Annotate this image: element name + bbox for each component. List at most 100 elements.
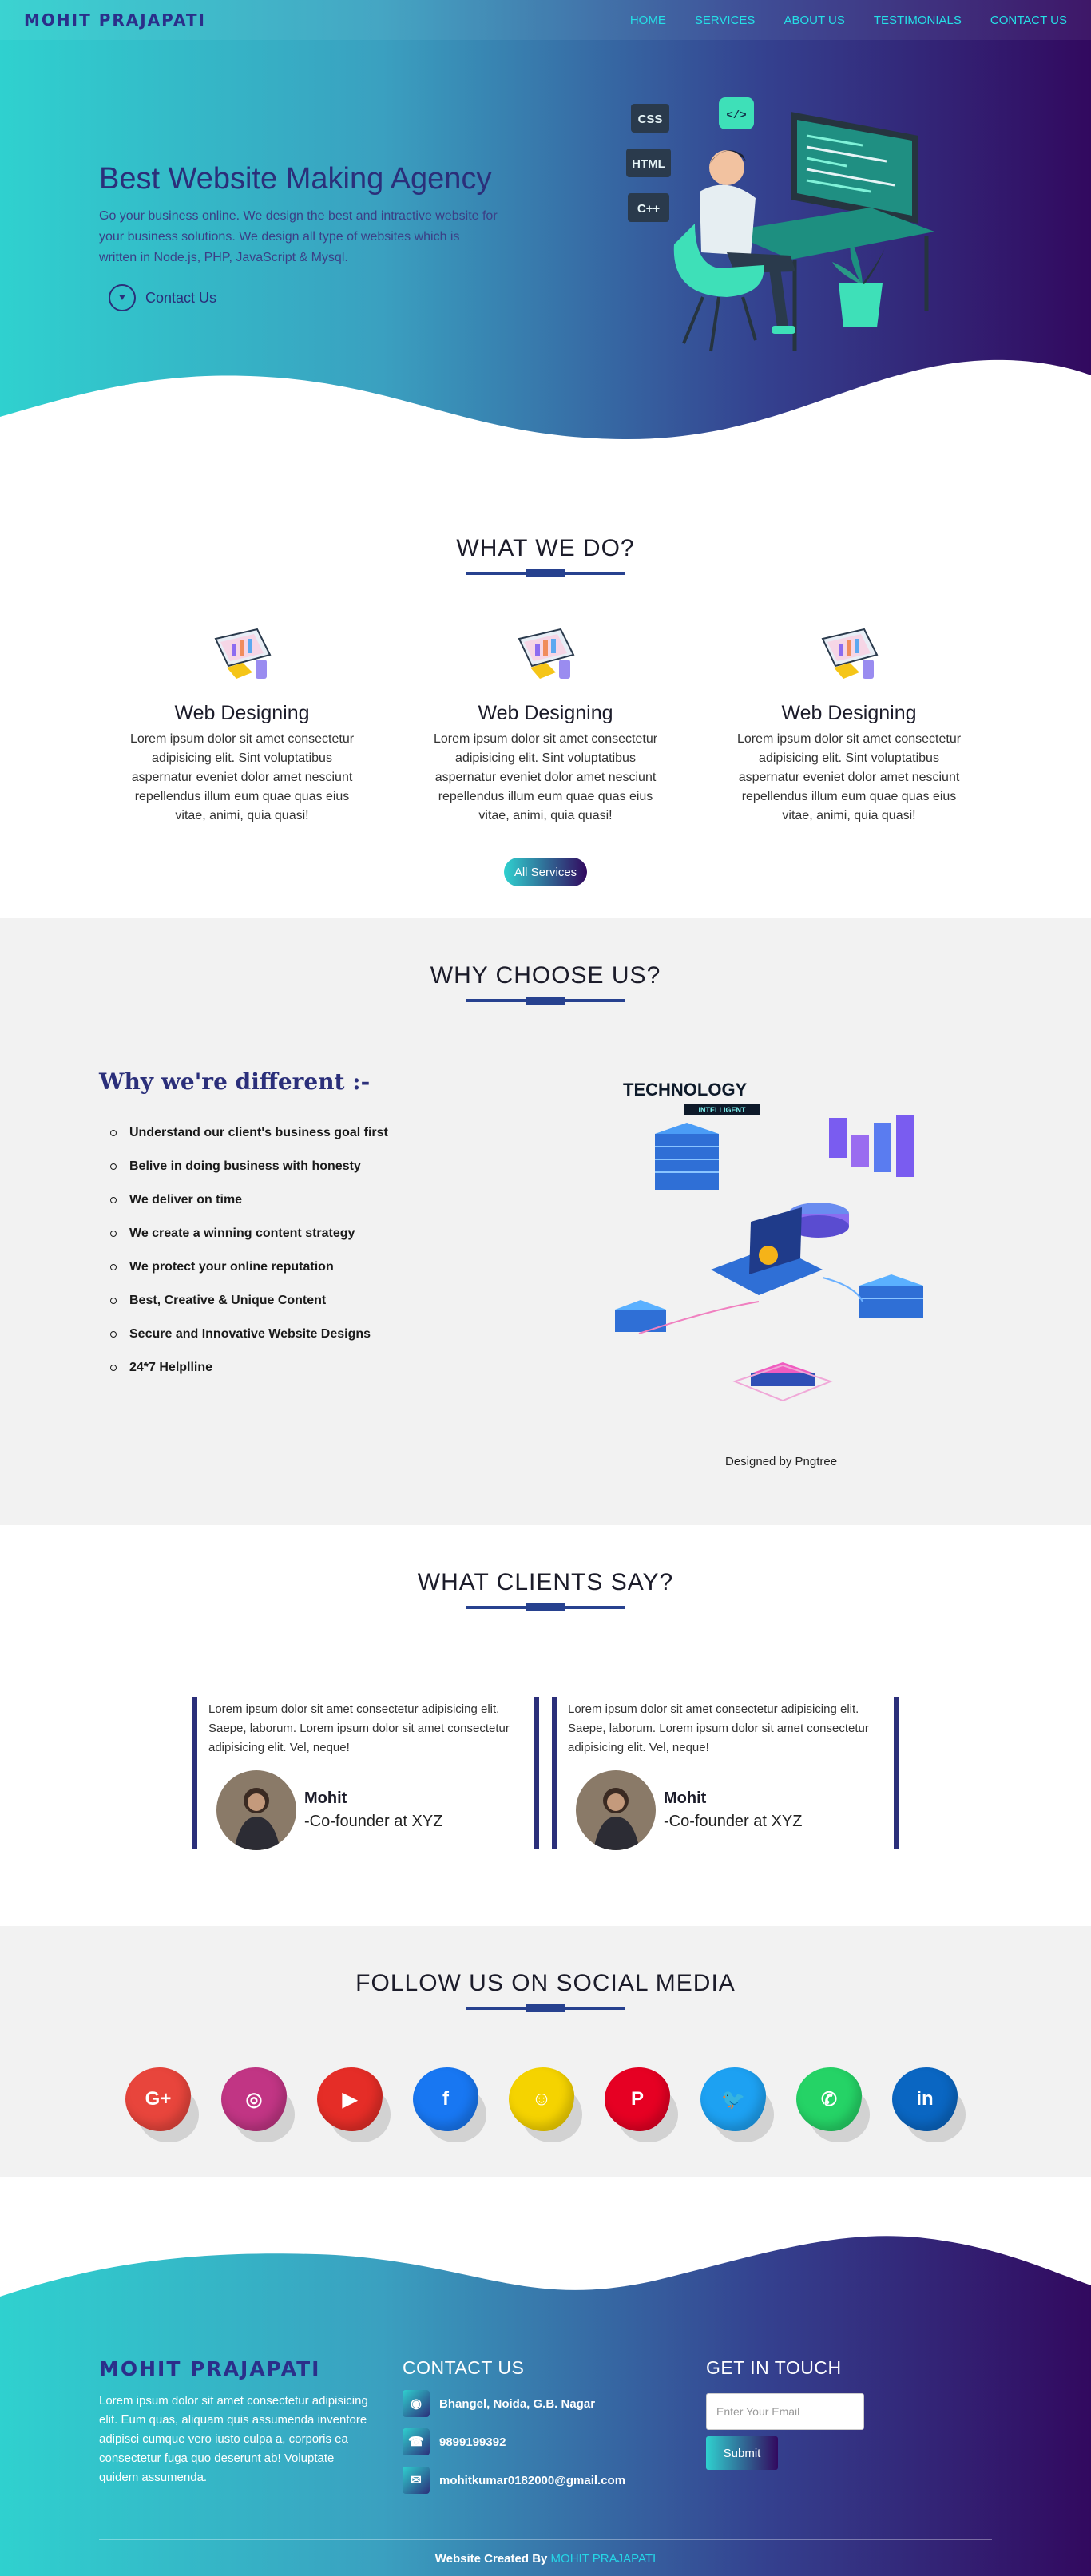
card-title: Web Designing <box>478 702 613 724</box>
hero-wave-divider <box>0 359 1091 463</box>
site-logo[interactable]: MOHIT PRAJAPATI <box>24 10 206 30</box>
footer-divider <box>99 2539 992 2540</box>
title-underline <box>466 569 625 577</box>
svg-text:TECHNOLOGY: TECHNOLOGY <box>623 1080 748 1100</box>
youtube-icon[interactable]: ▶ <box>317 2067 391 2142</box>
service-cards: Web Designing Lorem ipsum dolor sit amet… <box>0 623 1091 826</box>
address-row: ◉ Bhangel, Noida, G.B. Nagar <box>403 2390 625 2417</box>
footer-touch-title: GET IN TOUCH <box>706 2357 842 2378</box>
chevron-down-icon: ⯆ <box>109 284 136 311</box>
bullet-icon <box>110 1264 117 1270</box>
section-title: WHAT WE DO? <box>456 535 635 561</box>
testimonial-list: Lorem ipsum dolor sit amet consectetur a… <box>0 1697 1091 1850</box>
web-design-icon <box>214 628 272 679</box>
testimonial-card: Lorem ipsum dolor sit amet consectetur a… <box>552 1697 899 1850</box>
plant-icon <box>832 240 887 327</box>
nav-link-about[interactable]: ABOUT US <box>784 14 844 27</box>
monitor-icon <box>791 112 918 224</box>
image-credit: Designed by Pngtree <box>725 1455 838 1468</box>
title-underline <box>466 2004 625 2012</box>
why-list-block: Why we're different :- Understand our cl… <box>99 1068 388 1390</box>
newsletter-email-input[interactable] <box>706 2393 864 2430</box>
twitter-icon[interactable]: 🐦 <box>700 2067 774 2142</box>
footer-logo: MOHIT PRAJAPATI <box>99 2357 321 2380</box>
social-section: FOLLOW US ON SOCIAL MEDIA G+ ◎ ▶ f ☺ P 🐦… <box>0 1926 1091 2177</box>
svg-text:</>: </> <box>726 109 746 122</box>
section-title: FOLLOW US ON SOCIAL MEDIA <box>355 1970 736 1996</box>
google-plus-icon[interactable]: G+ <box>125 2067 199 2142</box>
phone-text: 9899199392 <box>439 2435 506 2449</box>
hero-text: Best Website Making Agency Go your busin… <box>99 160 498 311</box>
server-stack-icon <box>859 1274 923 1318</box>
address-text: Bhangel, Noida, G.B. Nagar <box>439 2396 596 2411</box>
whatsapp-icon[interactable]: ✆ <box>796 2067 870 2142</box>
service-card: Web Designing Lorem ipsum dolor sit amet… <box>426 623 665 826</box>
service-card: Web Designing Lorem ipsum dolor sit amet… <box>122 623 362 826</box>
section-title: WHY CHOOSE US? <box>430 962 661 989</box>
why-choose-section: WHY CHOOSE US? Why we're different :- Un… <box>0 918 1091 1525</box>
snapchat-icon[interactable]: ☺ <box>509 2067 582 2142</box>
bullet-icon <box>110 1197 117 1203</box>
phone-row[interactable]: ☎ 9899199392 <box>403 2428 625 2455</box>
web-design-icon <box>518 628 575 679</box>
svg-text:CSS: CSS <box>638 113 663 126</box>
why-subtitle: Why we're different :- <box>99 1068 371 1095</box>
navbar: MOHIT PRAJAPATI HOME SERVICES ABOUT US T… <box>0 0 1091 40</box>
avatar <box>576 1770 656 1850</box>
nav-link-services[interactable]: SERVICES <box>695 14 756 27</box>
testimonial-card: Lorem ipsum dolor sit amet consectetur a… <box>192 1697 539 1850</box>
footer-content: MOHIT PRAJAPATI Lorem ipsum dolor sit am… <box>0 2177 1091 2576</box>
developer-illustration: CSS HTML C++ </> <box>626 97 934 352</box>
hero-title: Best Website Making Agency <box>99 162 492 196</box>
mail-icon: ✉ <box>403 2467 430 2494</box>
email-row[interactable]: ✉ mohitkumar0182000@gmail.com <box>403 2467 625 2494</box>
hero-section: MOHIT PRAJAPATI HOME SERVICES ABOUT US T… <box>0 0 1091 463</box>
social-icon-list: G+ ◎ ▶ f ☺ P 🐦 ✆ in <box>0 2067 1091 2142</box>
pinterest-icon[interactable]: P <box>605 2067 678 2142</box>
instagram-icon[interactable]: ◎ <box>221 2067 295 2142</box>
nav-link-contact[interactable]: CONTACT US <box>990 14 1067 27</box>
html-tag-icon: HTML <box>626 149 671 177</box>
title-underline <box>466 997 625 1005</box>
card-text: Lorem ipsum dolor sit amet consectetur a… <box>736 732 962 822</box>
nav-link-home[interactable]: HOME <box>630 14 666 27</box>
testimonial-author: Mohit -Co-founder at XYZ <box>568 1770 883 1850</box>
testimonial-text: Lorem ipsum dolor sit amet consectetur a… <box>568 1702 869 1754</box>
code-bubble-icon: </> <box>719 97 754 129</box>
credit-author-link[interactable]: MOHIT PRAJAPATI <box>551 2552 657 2566</box>
social-heading: FOLLOW US ON SOCIAL MEDIA <box>0 1970 1091 2012</box>
svg-text:HTML: HTML <box>632 157 665 171</box>
css-tag-icon: CSS <box>631 104 669 133</box>
footer-contact: CONTACT US ◉ Bhangel, Noida, G.B. Nagar … <box>403 2357 625 2494</box>
why-list: Understand our client's business goal fi… <box>110 1111 388 1390</box>
bullet-icon <box>110 1163 117 1170</box>
testimonials-heading: WHAT CLIENTS SAY? <box>0 1569 1091 1611</box>
all-services-button[interactable]: All Services <box>504 858 587 886</box>
service-card: Web Designing Lorem ipsum dolor sit amet… <box>729 623 969 826</box>
nav-link-testimonials[interactable]: TESTIMONIALS <box>874 14 962 27</box>
nav-menu: HOME SERVICES ABOUT US TESTIMONIALS CONT… <box>630 14 1067 27</box>
email-text: mohitkumar0182000@gmail.com <box>439 2473 626 2487</box>
bullet-icon <box>110 1130 117 1136</box>
footer-contact-title: CONTACT US <box>403 2357 525 2378</box>
testimonials-section: WHAT CLIENTS SAY? Lorem ipsum dolor sit … <box>0 1525 1091 1926</box>
title-underline <box>466 1603 625 1611</box>
list-item: 24*7 Helplline <box>110 1345 388 1390</box>
submit-button[interactable]: Submit <box>706 2436 778 2470</box>
card-text: Lorem ipsum dolor sit amet consectetur a… <box>433 732 658 822</box>
linkedin-icon[interactable]: in <box>892 2067 966 2142</box>
facebook-icon[interactable]: f <box>413 2067 486 2142</box>
contact-us-button[interactable]: ⯆ Contact Us <box>99 284 216 311</box>
svg-text:C++: C++ <box>637 202 661 216</box>
testimonial-author: Mohit -Co-founder at XYZ <box>208 1770 523 1850</box>
bullet-icon <box>110 1365 117 1371</box>
bullet-icon <box>110 1298 117 1304</box>
map-pin-icon: ◉ <box>403 2390 430 2417</box>
credit-prefix: Website Created By <box>434 2552 548 2566</box>
server-stack-icon <box>655 1123 719 1190</box>
footer-about: MOHIT PRAJAPATI Lorem ipsum dolor sit am… <box>99 2357 371 2487</box>
svg-text:INTELLIGENT: INTELLIGENT <box>699 1106 746 1114</box>
platform-icon <box>732 1362 833 1402</box>
hero-subtitle: Go your business online. We design the b… <box>99 209 498 264</box>
contact-us-label: Contact Us <box>145 289 217 306</box>
